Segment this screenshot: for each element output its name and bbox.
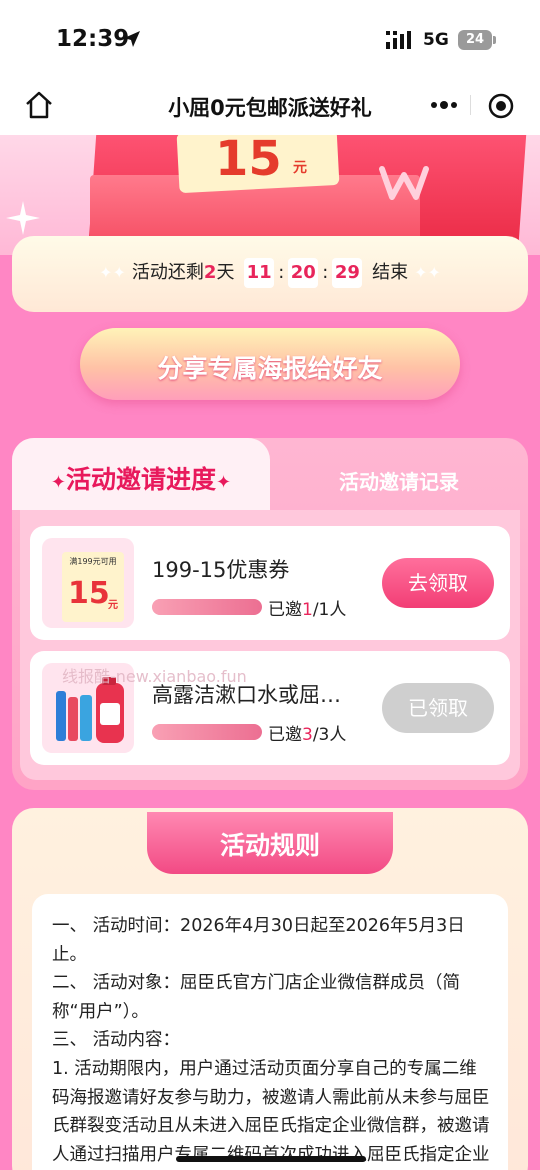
sparkle-icon: ✦ — [216, 472, 232, 493]
rules-text: 一、 活动时间：2026年4月30日起至2026年5月3日止。 二、 活动对象：… — [52, 912, 492, 1170]
countdown-bar: ✦✦ 活动还剩2天 11:20:29 结束 ✦✦ — [12, 236, 528, 312]
status-bar: 12:39 5G 24 — [0, 0, 540, 80]
signal-icon — [386, 31, 411, 49]
task-invite-count: 已邀3/3人 — [268, 725, 347, 745]
sparkle-icon: ✦ — [50, 472, 66, 493]
hero-coupon-unit: 元 — [293, 160, 307, 176]
rules-line: 二、 活动对象：屈臣氏官方门店企业微信群成员（简称“用户”）。 — [52, 973, 461, 1022]
countdown-days: 2 — [203, 262, 217, 283]
task-progress-bar — [152, 599, 262, 615]
countdown-hours: 11 — [244, 258, 275, 288]
task-invite-count: 已邀1/1人 — [268, 600, 347, 620]
countdown-text: ✦✦ 活动还剩2天 11:20:29 结束 ✦✦ — [12, 258, 528, 288]
watermark-text: 线报酷-new.xianbao.fun — [62, 667, 247, 686]
task-progress-fill — [152, 599, 262, 615]
countdown-minutes: 20 — [288, 258, 319, 288]
task-progress-fill — [152, 724, 262, 740]
coupon-thumbnail: 满199元可用 15 元 — [42, 538, 134, 628]
rules-line: 三、 活动内容： — [52, 1030, 181, 1051]
countdown-sep: : — [278, 262, 285, 283]
countdown-days-unit: 天 — [216, 262, 235, 283]
network-label: 5G — [423, 30, 449, 50]
task-title: 199-15优惠券 — [152, 558, 290, 582]
coupon-value: 15 — [68, 576, 110, 611]
task-card-coupon: 满199元可用 15 元 199-15优惠券 已邀1/1人 去领取 — [30, 526, 510, 640]
share-poster-button[interactable]: 分享专属海报给好友 — [80, 328, 460, 400]
location-arrow-icon — [124, 31, 140, 47]
share-poster-label: 分享专属海报给好友 — [157, 354, 383, 383]
brand-logo-icon — [379, 166, 429, 200]
claimed-button[interactable]: 已领取 — [382, 683, 494, 733]
countdown-seconds: 29 — [332, 258, 363, 288]
battery-icon: 24 — [458, 30, 492, 50]
rules-title: 活动规则 — [219, 831, 320, 860]
coupon-unit: 元 — [108, 600, 118, 611]
coupon-condition: 满199元可用 — [69, 557, 117, 566]
task-progress-bar — [152, 724, 262, 740]
countdown-suffix: 结束 — [372, 262, 409, 283]
claim-button[interactable]: 去领取 — [382, 558, 494, 608]
mini-program-capsule — [412, 86, 528, 124]
sparkle-icon — [6, 201, 40, 235]
battery-cap — [493, 36, 496, 44]
hero-coupon-value: 15 — [215, 135, 282, 187]
rules-line: 一、 活动时间：2026年4月30日起至2026年5月3日止。 — [52, 916, 465, 965]
more-icon[interactable] — [430, 97, 458, 113]
coupon-thumb-card: 满199元可用 15 元 — [62, 552, 124, 622]
countdown-sep: : — [322, 262, 329, 283]
capsule-divider — [470, 95, 471, 115]
countdown-prefix: 活动还剩 — [131, 262, 204, 283]
sparkle-right-icon: ✦✦ — [414, 263, 441, 282]
status-time: 12:39 — [56, 26, 130, 52]
close-target-icon[interactable] — [488, 93, 514, 119]
tab-invite-records[interactable]: 活动邀请记录 — [270, 466, 528, 495]
rules-line: 1. 活动期限内，用户通过活动页面分享自己的专属二维码海报邀请好友参与助力，被邀… — [52, 1058, 490, 1165]
mouthwash-product-icon — [56, 677, 124, 743]
home-indicator — [176, 1156, 366, 1162]
sparkle-left-icon: ✦✦ — [99, 263, 126, 282]
nav-bar: 小屈0元包邮派送好礼 — [0, 80, 540, 135]
tab-invite-progress-label: ✦活动邀请进度✦ — [50, 465, 232, 494]
